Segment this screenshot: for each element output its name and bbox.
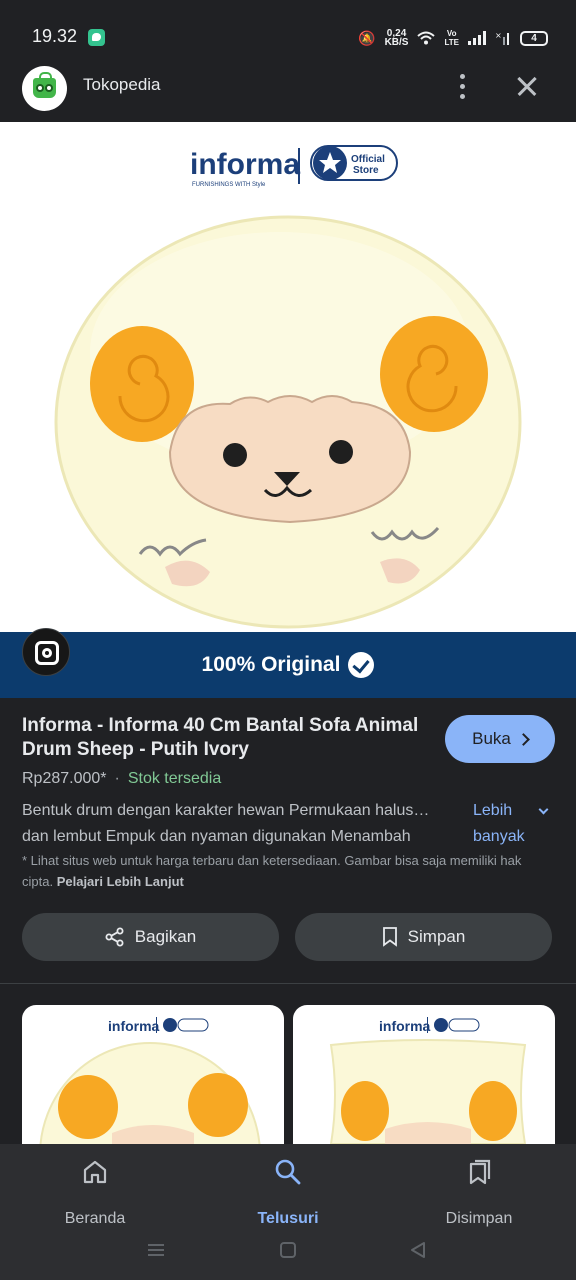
svg-text:×: × <box>495 31 502 40</box>
nav-search-label: Telusuri <box>257 1210 319 1227</box>
more-link[interactable]: Lebih banyak <box>473 798 543 850</box>
back-icon[interactable] <box>408 1240 428 1260</box>
learn-more-link[interactable]: Pelajari Lebih Lanjut <box>57 874 184 889</box>
brand-tagline: FURNISHINGS WITH Style <box>192 182 266 188</box>
save-button[interactable]: Simpan <box>295 913 552 961</box>
volte-indicator: Vo LTE <box>444 29 459 47</box>
related-product-card[interactable]: informa <box>22 1005 284 1144</box>
network-speed-unit: KB/S <box>384 37 409 48</box>
home-icon <box>83 1160 107 1184</box>
price-row: Rp287.000* · Stok tersedia <box>22 770 221 788</box>
share-label: Bagikan <box>134 927 197 946</box>
wifi-icon <box>417 31 436 45</box>
stock-status: Stok tersedia <box>127 770 222 787</box>
share-icon <box>105 927 124 947</box>
nav-home-label: Beranda <box>64 1210 126 1227</box>
signal-no-service-icon: × <box>495 31 509 45</box>
recents-icon[interactable] <box>146 1240 166 1260</box>
official-badge-bottom: Store <box>353 165 379 176</box>
search-icon <box>275 1159 301 1185</box>
product-title[interactable]: Informa - Informa 40 Cm Bantal Sofa Anim… <box>22 714 432 762</box>
related-product-card[interactable]: informa <box>293 1005 555 1144</box>
original-banner: 100% Original <box>0 632 576 698</box>
chevron-right-icon <box>517 732 530 746</box>
status-indicators: 🔕 0,24 KB/S Vo LTE × 4 <box>358 27 548 49</box>
related-product-thumbnail: informa <box>39 1017 261 1144</box>
svg-text:informa: informa <box>108 1018 160 1034</box>
home-button-icon[interactable] <box>278 1240 298 1260</box>
close-button[interactable] <box>512 72 542 102</box>
official-badge-top: Official <box>351 154 385 165</box>
bookmark-icon <box>382 927 397 947</box>
share-button[interactable]: Bagikan <box>22 913 279 961</box>
price-separator: · <box>114 770 120 787</box>
mute-icon: 🔕 <box>358 29 376 46</box>
nav-saved-label: Disimpan <box>445 1210 513 1227</box>
brand-logo-text: informa <box>190 148 300 181</box>
signal-icon <box>468 31 486 45</box>
app-title: Tokopedia <box>83 75 161 94</box>
related-product-thumbnail: informa <box>329 1017 527 1144</box>
product-image[interactable]: informa FURNISHINGS WITH Style Official … <box>0 122 576 632</box>
svg-text:informa: informa <box>379 1018 431 1034</box>
open-button-label: Buka <box>472 729 511 748</box>
open-button[interactable]: Buka <box>445 715 555 763</box>
message-notification-icon <box>88 29 105 46</box>
verified-check-icon <box>348 652 375 678</box>
disclaimer: * Lihat situs web untuk harga terbaru da… <box>22 850 542 892</box>
app-header: Tokopedia <box>0 60 576 122</box>
product-info-panel: Informa - Informa 40 Cm Bantal Sofa Anim… <box>0 698 576 983</box>
nav-item-search[interactable]: Telusuri <box>223 1158 353 1230</box>
save-label: Simpan <box>407 927 466 946</box>
status-time: 19.32 <box>32 26 78 46</box>
status-bar: 19.32 🔕 0,24 KB/S Vo LTE × 4 <box>0 0 576 60</box>
battery-indicator: 4 <box>520 30 548 46</box>
lens-search-button[interactable] <box>22 628 70 676</box>
collections-icon <box>469 1159 491 1185</box>
tokopedia-logo-icon <box>22 66 67 111</box>
nav-item-home[interactable]: Beranda <box>30 1158 160 1230</box>
product-price: Rp287.000* <box>22 770 107 787</box>
banner-text: 100% Original <box>201 653 341 676</box>
more-options-button[interactable] <box>450 72 474 102</box>
section-divider <box>0 983 576 984</box>
sheep-pillow-illustration: informa FURNISHINGS WITH Style Official … <box>54 145 522 629</box>
product-description: Bentuk drum dengan karakter hewan Permuk… <box>22 802 430 845</box>
bottom-navigation: Beranda Telusuri Disimpan <box>0 1144 576 1280</box>
network-speed: 0,24 KB/S <box>384 29 409 48</box>
nav-item-saved[interactable]: Disimpan <box>414 1158 544 1230</box>
